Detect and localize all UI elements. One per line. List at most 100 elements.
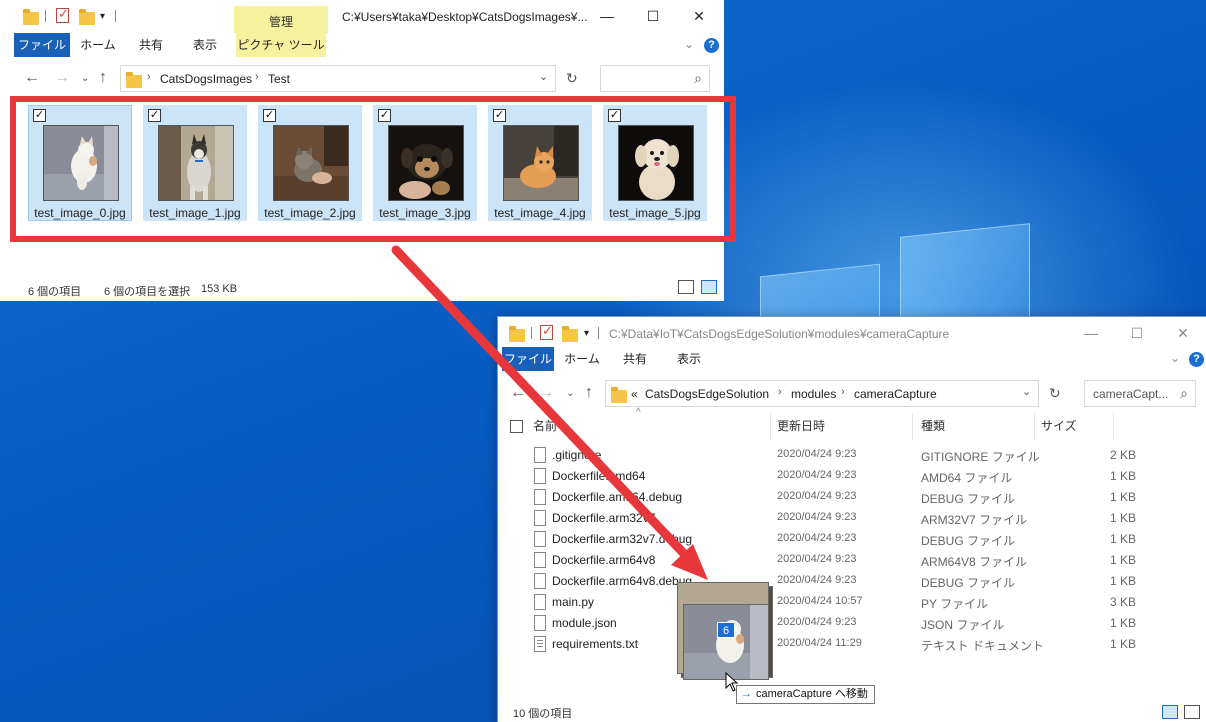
details-view-icon[interactable] [1162, 705, 1178, 719]
file-name[interactable]: .gitignore [552, 448, 601, 462]
new-folder-icon[interactable] [562, 326, 578, 342]
tab-share[interactable]: 共有 [128, 33, 174, 57]
column-divider[interactable] [1034, 413, 1035, 439]
breadcrumb-separator-icon[interactable]: › [778, 386, 782, 398]
tab-share[interactable]: 共有 [612, 347, 658, 371]
file-icon [534, 552, 546, 568]
refresh-icon[interactable]: ↻ [566, 70, 578, 87]
folder-icon [509, 326, 525, 342]
breadcrumb-item[interactable]: Test [268, 72, 290, 86]
file-row[interactable]: module.json 2020/04/24 9:23 JSON ファイル 1 … [528, 613, 1188, 634]
properties-icon[interactable] [540, 323, 553, 340]
file-row[interactable]: Dockerfile.arm32v7.debug 2020/04/24 9:23… [528, 529, 1188, 550]
file-type: PY ファイル [921, 597, 989, 611]
search-input[interactable]: cameraCapt... ⌕ [1084, 380, 1196, 407]
maximize-button[interactable]: ☐ [630, 0, 676, 33]
large-icons-view-icon[interactable] [1184, 705, 1200, 719]
address-dropdown-icon[interactable]: ⌄ [1022, 385, 1031, 398]
breadcrumb-separator-icon[interactable]: › [147, 71, 151, 83]
file-date: 2020/04/24 9:23 [777, 490, 857, 502]
tab-view[interactable]: 表示 [182, 33, 228, 57]
file-size: 1 KB [1109, 553, 1136, 567]
search-icon[interactable]: ⌕ [694, 70, 702, 87]
expand-ribbon-icon[interactable]: ⌄ [684, 37, 694, 51]
minimize-button[interactable]: — [584, 0, 630, 33]
breadcrumb-separator-icon[interactable]: › [255, 71, 259, 83]
tab-home[interactable]: ホーム [76, 33, 120, 57]
file-row[interactable]: Dockerfile.arm64v8.debug 2020/04/24 9:23… [528, 571, 1188, 592]
maximize-button[interactable]: ☐ [1114, 317, 1160, 350]
help-icon[interactable]: ? [704, 38, 719, 53]
breadcrumb-item[interactable]: modules [791, 387, 836, 401]
breadcrumb-item[interactable]: cameraCapture [854, 387, 937, 401]
file-row[interactable]: requirements.txt 2020/04/24 11:29 テキスト ド… [528, 634, 1188, 655]
file-row[interactable]: Dockerfile.amd64 2020/04/24 9:23 AMD64 フ… [528, 466, 1188, 487]
breadcrumb-item[interactable]: CatsDogsEdgeSolution [645, 387, 769, 401]
file-name[interactable]: Dockerfile.arm64v8.debug [552, 574, 692, 588]
column-divider[interactable] [912, 413, 913, 439]
file-name[interactable]: Dockerfile.amd64.debug [552, 490, 682, 504]
file-name[interactable]: Dockerfile.arm32v7.debug [552, 532, 692, 546]
file-name[interactable]: Dockerfile.arm64v8 [552, 553, 655, 567]
file-type: DEBUG ファイル [921, 492, 1016, 506]
back-arrow-icon[interactable]: ← [510, 384, 526, 402]
file-type: DEBUG ファイル [921, 534, 1016, 548]
refresh-icon[interactable]: ↻ [1049, 385, 1061, 402]
column-divider[interactable] [1113, 413, 1114, 439]
file-name[interactable]: module.json [552, 616, 617, 630]
file-row[interactable]: .gitignore 2020/04/24 9:23 GITIGNORE ファイ… [528, 445, 1188, 466]
properties-icon[interactable] [56, 6, 69, 23]
column-header-name[interactable]: 名前 [533, 417, 557, 439]
tab-view[interactable]: 表示 [666, 347, 712, 371]
file-name[interactable]: Dockerfile.arm32v7 [552, 511, 655, 525]
recent-locations-chevron-icon[interactable]: ⌄ [566, 388, 574, 399]
close-button[interactable]: ✕ [1160, 317, 1206, 350]
file-name[interactable]: Dockerfile.amd64 [552, 469, 645, 483]
expand-ribbon-icon[interactable]: ⌄ [1170, 351, 1180, 365]
title-bar: ▾ C:¥Users¥taka¥Desktop¥CatsDogsImages¥.… [0, 0, 724, 33]
column-header-date[interactable]: 更新日時 [777, 417, 825, 439]
file-row[interactable]: Dockerfile.arm64v8 2020/04/24 9:23 ARM64… [528, 550, 1188, 571]
tab-file[interactable]: ファイル [14, 33, 70, 57]
recent-locations-chevron-icon[interactable]: ⌄ [81, 73, 89, 84]
address-bar[interactable]: « CatsDogsEdgeSolution › modules › camer… [605, 380, 1039, 407]
file-row[interactable]: Dockerfile.arm32v7 2020/04/24 9:23 ARM32… [528, 508, 1188, 529]
file-date: 2020/04/24 9:23 [777, 574, 857, 586]
close-button[interactable]: ✕ [676, 0, 722, 33]
details-view-icon[interactable] [678, 280, 694, 294]
text-file-icon [534, 636, 546, 652]
status-size: 153 KB [201, 283, 238, 295]
manage-tab-label[interactable]: 管理 [234, 13, 328, 30]
customize-toolbar-icon[interactable]: ▾ [584, 328, 589, 339]
file-name[interactable]: requirements.txt [552, 637, 638, 651]
customize-toolbar-icon[interactable]: ▾ [100, 11, 105, 22]
forward-arrow-icon[interactable]: → [54, 69, 70, 87]
explorer-window-cameracapture: ▾ C:¥Data¥IoT¥CatsDogsEdgeSolution¥modul… [497, 316, 1206, 722]
minimize-button[interactable]: — [1068, 317, 1114, 350]
large-icons-view-icon[interactable] [701, 280, 717, 294]
up-arrow-icon[interactable]: ↑ [99, 69, 107, 87]
forward-arrow-icon[interactable]: → [538, 384, 554, 402]
breadcrumb-separator-icon[interactable]: › [841, 386, 845, 398]
breadcrumb-overflow[interactable]: « [631, 387, 638, 401]
tab-file[interactable]: ファイル [502, 347, 554, 371]
file-row[interactable]: Dockerfile.amd64.debug 2020/04/24 9:23 D… [528, 487, 1188, 508]
file-row[interactable]: main.py 2020/04/24 10:57 PY ファイル 3 KB [528, 592, 1188, 613]
column-header-type[interactable]: 種類 [921, 417, 945, 439]
move-arrow-icon: → [741, 688, 752, 700]
address-dropdown-icon[interactable]: ⌄ [539, 70, 548, 83]
tab-picture-tools[interactable]: ピクチャ ツール [236, 33, 326, 57]
tab-home[interactable]: ホーム [560, 347, 604, 371]
file-name[interactable]: main.py [552, 595, 594, 609]
search-input[interactable]: ⌕ [600, 65, 710, 92]
new-folder-icon[interactable] [79, 9, 95, 25]
help-icon[interactable]: ? [1189, 352, 1204, 367]
column-header-size[interactable]: サイズ [1041, 417, 1077, 439]
select-all-checkbox[interactable] [510, 420, 523, 433]
search-icon[interactable]: ⌕ [1180, 385, 1188, 402]
column-divider[interactable] [770, 413, 771, 439]
breadcrumb-item[interactable]: CatsDogsImages [160, 72, 252, 86]
back-arrow-icon[interactable]: ← [24, 69, 40, 87]
up-arrow-icon[interactable]: ↑ [585, 384, 593, 402]
address-bar[interactable]: › CatsDogsImages › Test ⌄ [120, 65, 556, 92]
